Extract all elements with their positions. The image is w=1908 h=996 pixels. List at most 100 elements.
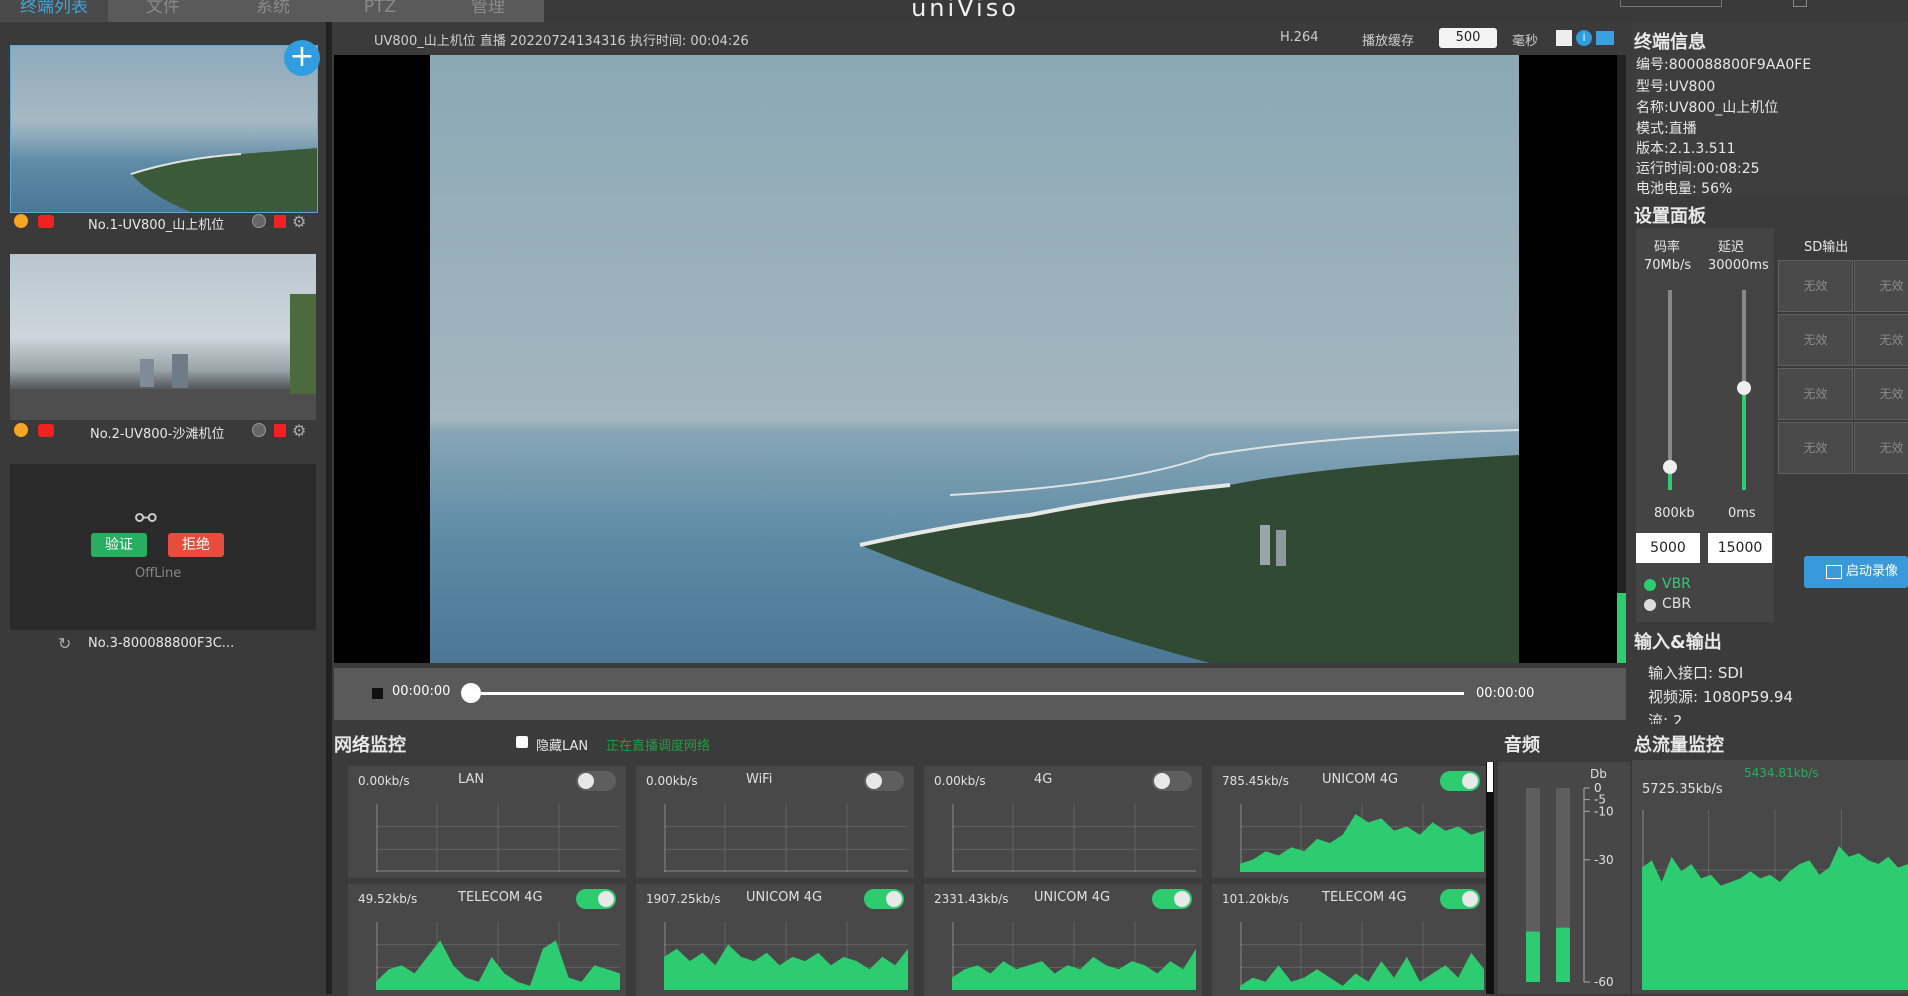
network-toggle[interactable] — [1440, 771, 1480, 791]
top-menu-bar: 终端列表 文件 系统 PTZ 管理 uniViso — [0, 0, 1908, 22]
tab-ptz[interactable]: PTZ — [328, 0, 432, 22]
device-list-panel: + No.1-UV800_山上机位 ⚙ No.2-UV800-沙滩机位 ⚙ ⚯ … — [0, 22, 326, 994]
buffer-input[interactable]: 500 — [1439, 28, 1497, 48]
live-icon[interactable] — [38, 424, 54, 437]
network-chart — [376, 804, 620, 872]
refresh-icon: ↻ — [58, 634, 72, 653]
record-icon — [1826, 565, 1842, 579]
tab-terminal-list[interactable]: 终端列表 — [0, 0, 108, 22]
bitrate-max: 70Mb/s — [1644, 258, 1692, 273]
video-landscape — [430, 55, 1520, 663]
sd-cell[interactable]: 无效 — [1854, 260, 1908, 312]
terminal-info-panel: 终端信息 编号:800088800F9AA0FE 型号:UV800 名称:UV8… — [1632, 22, 1908, 197]
network-card-rate: 101.20kb/s — [1222, 892, 1289, 906]
phone-icon[interactable] — [14, 214, 28, 228]
network-toggle[interactable] — [1440, 889, 1480, 909]
delay-slider-knob[interactable] — [1737, 381, 1751, 395]
buffer-label: 播放缓存 — [1362, 34, 1415, 49]
add-device-icon[interactable]: + — [284, 40, 320, 76]
device-label-3: No.3-800088800F3C... — [88, 636, 235, 651]
network-card-rate: 785.45kb/s — [1222, 774, 1289, 788]
time-start: 00:00:00 — [392, 684, 451, 699]
total-flow-heading: 总流量监控 — [1634, 735, 1724, 756]
broken-link-icon: ⚯ — [135, 504, 157, 534]
sd-cell[interactable]: 无效 — [1778, 314, 1853, 366]
network-chart — [664, 922, 908, 990]
delay-input[interactable]: 15000 — [1708, 533, 1772, 563]
network-toggle[interactable] — [576, 889, 616, 909]
network-toggle[interactable] — [1152, 771, 1192, 791]
network-toggle[interactable] — [864, 889, 904, 909]
audio-db-label: Db — [1590, 767, 1607, 781]
record-status-icon[interactable] — [252, 423, 266, 437]
tab-admin[interactable]: 管理 — [432, 0, 544, 22]
network-toggle[interactable] — [864, 771, 904, 791]
device-thumbnail-3[interactable]: ⚯ 验证 拒绝 OffLine — [10, 464, 316, 630]
network-heading: 网络监控 — [334, 735, 406, 756]
settings-gear-icon[interactable]: ⚙ — [292, 212, 306, 231]
dropdown-stub[interactable] — [1620, 0, 1722, 7]
device-row-3[interactable]: ↻ No.3-800088800F3C... — [12, 634, 316, 654]
info-id: 编号:800088800F9AA0FE — [1636, 57, 1812, 73]
vbr-radio[interactable] — [1644, 579, 1656, 591]
scroll-thumb[interactable] — [1487, 762, 1493, 792]
grid-layout-icon[interactable] — [1556, 30, 1572, 46]
sd-cell[interactable]: 无效 — [1854, 368, 1908, 420]
volume-bar[interactable] — [1617, 55, 1626, 663]
seek-track[interactable] — [464, 692, 1464, 695]
cbr-radio[interactable] — [1644, 599, 1656, 611]
verify-button[interactable]: 验证 — [91, 533, 147, 557]
bitrate-input[interactable]: 5000 — [1636, 533, 1700, 563]
network-chart — [952, 922, 1196, 990]
bitrate-slider-knob[interactable] — [1663, 460, 1677, 474]
window-restore-icon[interactable] — [1793, 0, 1807, 7]
settings-panel: 设置面板 码率 70Mb/s 延迟 30000ms 800kb 0ms 5000… — [1632, 198, 1908, 622]
device-thumbnail-2[interactable] — [10, 254, 316, 420]
app-logo: uniViso — [911, 0, 1019, 22]
network-toggle[interactable] — [576, 771, 616, 791]
network-toggle[interactable] — [1152, 889, 1192, 909]
phone-icon[interactable] — [14, 423, 28, 437]
sd-cell[interactable]: 无效 — [1854, 314, 1908, 366]
sd-cell[interactable]: 无效 — [1778, 260, 1853, 312]
display-icon[interactable] — [1596, 31, 1614, 45]
stream-bars-icon[interactable] — [274, 215, 286, 228]
settings-gear-icon[interactable]: ⚙ — [292, 421, 306, 440]
io-panel: 输入&输出 输入接口: SDI 视频源: 1080P59.94 流: 2 — [1632, 624, 1908, 724]
tab-system[interactable]: 系统 — [218, 0, 328, 22]
sd-cell[interactable]: 无效 — [1854, 422, 1908, 474]
network-card: 101.20kb/s TELECOM 4G — [1212, 884, 1490, 996]
sd-cell[interactable]: 无效 — [1778, 368, 1853, 420]
video-frame — [430, 55, 1520, 663]
live-icon[interactable] — [38, 215, 54, 228]
network-scrollbar[interactable] — [1486, 762, 1494, 994]
network-card-name: UNICOM 4G — [1034, 890, 1111, 905]
toggle-knob — [1462, 773, 1478, 789]
seek-knob[interactable] — [461, 683, 481, 703]
toggle-knob — [1462, 891, 1478, 907]
audio-tick-label: -60 — [1594, 975, 1614, 989]
stop-icon[interactable] — [372, 688, 383, 699]
hide-lan-checkbox[interactable] — [516, 736, 528, 748]
bitrate-label: 码率 — [1654, 240, 1681, 255]
stream-bars-icon[interactable] — [274, 424, 286, 437]
network-chart — [952, 804, 1196, 872]
total-flow-chart — [1642, 810, 1908, 990]
start-record-button[interactable]: 启动录像 — [1804, 556, 1908, 588]
reject-button[interactable]: 拒绝 — [168, 533, 224, 557]
device-row-1[interactable]: No.1-UV800_山上机位 ⚙ — [12, 212, 316, 233]
audio-panel: 音频 Db 0 -5 -10 -30 -60 — [1498, 728, 1630, 994]
total-flow-panel: 总流量监控 5434.81kb/s 5725.35kb/s — [1632, 728, 1908, 994]
info-version: 版本:2.1.3.511 — [1636, 141, 1736, 157]
total-flow-rate: 5725.35kb/s — [1642, 782, 1723, 797]
tab-file[interactable]: 文件 — [108, 0, 218, 22]
io-stream: 流: 2 — [1648, 712, 1683, 724]
vbr-label: VBR — [1662, 576, 1691, 592]
network-card-name: UNICOM 4G — [746, 890, 823, 905]
sd-output-heading: SD输出 — [1804, 240, 1849, 255]
device-row-2[interactable]: No.2-UV800-沙滩机位 ⚙ — [12, 421, 316, 442]
info-icon[interactable]: i — [1576, 30, 1592, 46]
sd-cell[interactable]: 无效 — [1778, 422, 1853, 474]
record-status-icon[interactable] — [252, 214, 266, 228]
device-thumbnail-1[interactable] — [10, 45, 318, 213]
